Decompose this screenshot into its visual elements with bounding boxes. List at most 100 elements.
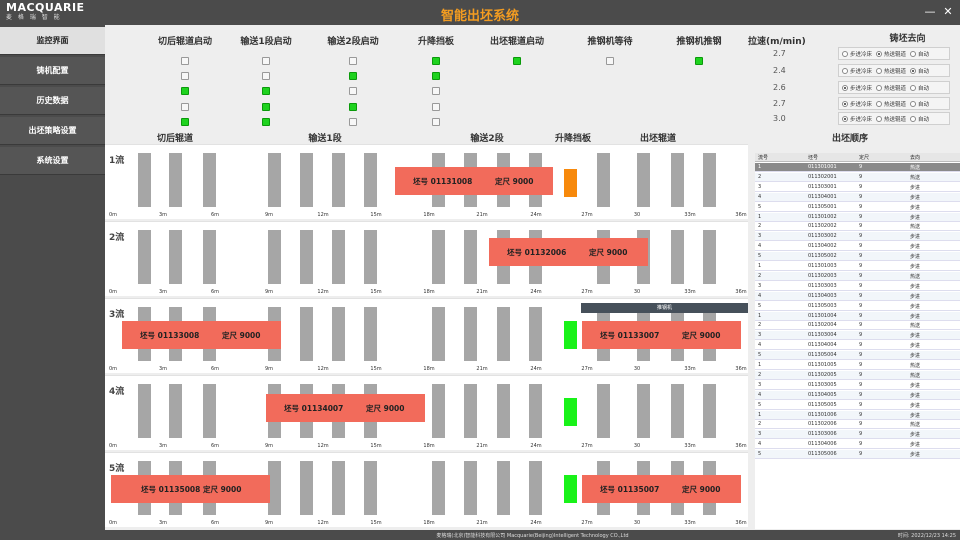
- distance-tick: 21m: [476, 289, 488, 295]
- sidebar-item[interactable]: 历史数据: [0, 87, 105, 115]
- distance-tick: 0m: [109, 212, 118, 218]
- control-checkbox[interactable]: [432, 103, 440, 111]
- minimize-button[interactable]: —: [922, 4, 938, 20]
- control-checkbox[interactable]: [262, 87, 270, 95]
- control-checkbox[interactable]: [349, 103, 357, 111]
- control-checkbox[interactable]: [262, 103, 270, 111]
- table-row[interactable]: 5 011305002 9 步进: [755, 252, 960, 262]
- company-footer: 麦格瑞(北京)智能科技有限公司 Macquarie(Beijing)Intell…: [436, 533, 629, 539]
- direction-radio[interactable]: 热送辊道: [876, 115, 906, 123]
- direction-radio[interactable]: 自动: [910, 100, 929, 108]
- roller: [203, 230, 216, 284]
- table-row[interactable]: 5 011305003 9 步进: [755, 302, 960, 311]
- control-checkbox[interactable]: [181, 87, 189, 95]
- control-checkbox[interactable]: [432, 87, 440, 95]
- distance-tick: 21m: [476, 366, 488, 372]
- roller: [671, 230, 684, 284]
- table-row[interactable]: 4 011304005 9 步进: [755, 390, 960, 400]
- direction-radio[interactable]: 步进冷床: [842, 115, 872, 123]
- slab[interactable]: 坯号 01131008 定尺 9000: [395, 167, 553, 195]
- table-cell: 011301001: [808, 164, 837, 170]
- table-row[interactable]: 2 011302003 9 热送: [755, 271, 960, 281]
- table-row[interactable]: 2 011302002 9 热送: [755, 222, 960, 232]
- slab[interactable]: 坯号 01135008 定尺 9000: [111, 475, 270, 503]
- direction-radio[interactable]: 步进冷床: [842, 50, 872, 58]
- control-checkbox[interactable]: [262, 118, 270, 126]
- main-panel: 切后辊道启动 输送1段启动 输送2段启动 升降挡板 出坯辊道启动 推钢机等待 推钢机推钢 拉…: [105, 25, 960, 530]
- control-checkbox[interactable]: [181, 103, 189, 111]
- control-checkbox[interactable]: [349, 72, 357, 80]
- table-row[interactable]: 5 011305005 9 步进: [755, 401, 960, 410]
- table-row[interactable]: 1 011301006 9 步进: [755, 410, 960, 420]
- table-row[interactable]: 2 011302005 9 热送: [755, 370, 960, 380]
- title-bar: MACQUARIE 麦 格 瑞 智 能 智能出坯系统 — ✕: [0, 0, 960, 25]
- table-row[interactable]: 3 011303001 9 步进: [755, 183, 960, 192]
- direction-radio[interactable]: 步进冷床: [842, 84, 872, 92]
- table-row[interactable]: 5 011305001 9 步进: [755, 203, 960, 212]
- table-row[interactable]: 4 011304001 9 步进: [755, 192, 960, 202]
- control-checkbox[interactable]: [181, 72, 189, 80]
- table-row[interactable]: 1 011301005 9 热送: [755, 361, 960, 370]
- direction-radio[interactable]: 自动: [910, 67, 929, 75]
- table-row[interactable]: 5 011305006 9 步进: [755, 450, 960, 460]
- table-row[interactable]: 3 011303004 9 步进: [755, 331, 960, 341]
- table-row[interactable]: 1 011301001 9 热送: [755, 163, 960, 172]
- table-row[interactable]: 3 011303006 9 步进: [755, 430, 960, 440]
- distance-tick: 12m: [317, 443, 329, 449]
- sidebar-item[interactable]: 系统设置: [0, 147, 105, 175]
- table-row[interactable]: 1 011301004 9 步进: [755, 311, 960, 321]
- direction-radio[interactable]: 热送辊道: [876, 50, 906, 58]
- table-row[interactable]: 5 011305004 9 步进: [755, 351, 960, 361]
- table-row[interactable]: 4 011304006 9 步进: [755, 440, 960, 450]
- slab[interactable]: 坯号 01132006 定尺 9000: [489, 238, 648, 266]
- table-cell: 步进: [910, 254, 921, 261]
- control-checkbox[interactable]: [432, 57, 440, 65]
- track-area: 1流 0m 3m 6m 9m 12m 15m 18m 21m 24m 27m 30 33m 36m 坯号 0…: [105, 144, 748, 529]
- control-checkbox[interactable]: [349, 57, 357, 65]
- sidebar-item[interactable]: 铸机配置: [0, 57, 105, 85]
- control-checkbox[interactable]: [181, 57, 189, 65]
- slab[interactable]: 坯号 01133007 定尺 9000: [582, 321, 741, 349]
- direction-radio[interactable]: 热送辊道: [876, 100, 906, 108]
- table-row[interactable]: 3 011303003 9 步进: [755, 282, 960, 291]
- slab[interactable]: 坯号 01134007 定尺 9000: [266, 394, 425, 422]
- direction-radio[interactable]: 自动: [910, 84, 929, 92]
- direction-radio[interactable]: 热送辊道: [876, 84, 906, 92]
- lift-stopper: [564, 475, 577, 503]
- control-checkbox[interactable]: [349, 118, 357, 126]
- table-row[interactable]: 1 011301003 9 步进: [755, 262, 960, 271]
- table-cell: 3: [758, 381, 762, 388]
- control-checkbox[interactable]: [432, 72, 440, 80]
- table-row[interactable]: 2 011302004 9 热送: [755, 321, 960, 331]
- control-checkbox[interactable]: [262, 72, 270, 80]
- table-row[interactable]: 3 011303002 9 步进: [755, 232, 960, 242]
- control-checkbox[interactable]: [349, 87, 357, 95]
- slab[interactable]: 坯号 01133008 定尺 9000: [122, 321, 281, 349]
- table-row[interactable]: 1 011301002 9 步进: [755, 212, 960, 222]
- direction-radio[interactable]: 自动: [910, 50, 929, 58]
- table-cell: 5: [758, 401, 762, 408]
- direction-radio[interactable]: 步进冷床: [842, 67, 872, 75]
- distance-tick: 30: [633, 289, 641, 295]
- control-checkbox[interactable]: [695, 57, 703, 65]
- table-row[interactable]: 4 011304004 9 步进: [755, 341, 960, 351]
- control-checkbox[interactable]: [513, 57, 521, 65]
- close-button[interactable]: ✕: [940, 4, 956, 20]
- table-row[interactable]: 2 011302001 9 热送: [755, 172, 960, 182]
- control-checkbox[interactable]: [432, 118, 440, 126]
- slab[interactable]: 坯号 01135007 定尺 9000: [582, 475, 741, 503]
- direction-radio[interactable]: 热送辊道: [876, 67, 906, 75]
- sidebar-item[interactable]: 出坯策略设置: [0, 117, 105, 145]
- table-row[interactable]: 4 011304002 9 步进: [755, 242, 960, 252]
- roller: [332, 307, 345, 361]
- sidebar-item[interactable]: 监控界面: [0, 27, 105, 55]
- direction-radio[interactable]: 步进冷床: [842, 100, 872, 108]
- table-row[interactable]: 4 011304003 9 步进: [755, 291, 960, 301]
- control-checkbox[interactable]: [606, 57, 614, 65]
- control-checkbox[interactable]: [181, 118, 189, 126]
- control-checkbox[interactable]: [262, 57, 270, 65]
- direction-radio[interactable]: 自动: [910, 115, 929, 123]
- roller: [138, 230, 151, 284]
- table-row[interactable]: 2 011302006 9 热送: [755, 420, 960, 430]
- table-row[interactable]: 3 011303005 9 步进: [755, 381, 960, 390]
